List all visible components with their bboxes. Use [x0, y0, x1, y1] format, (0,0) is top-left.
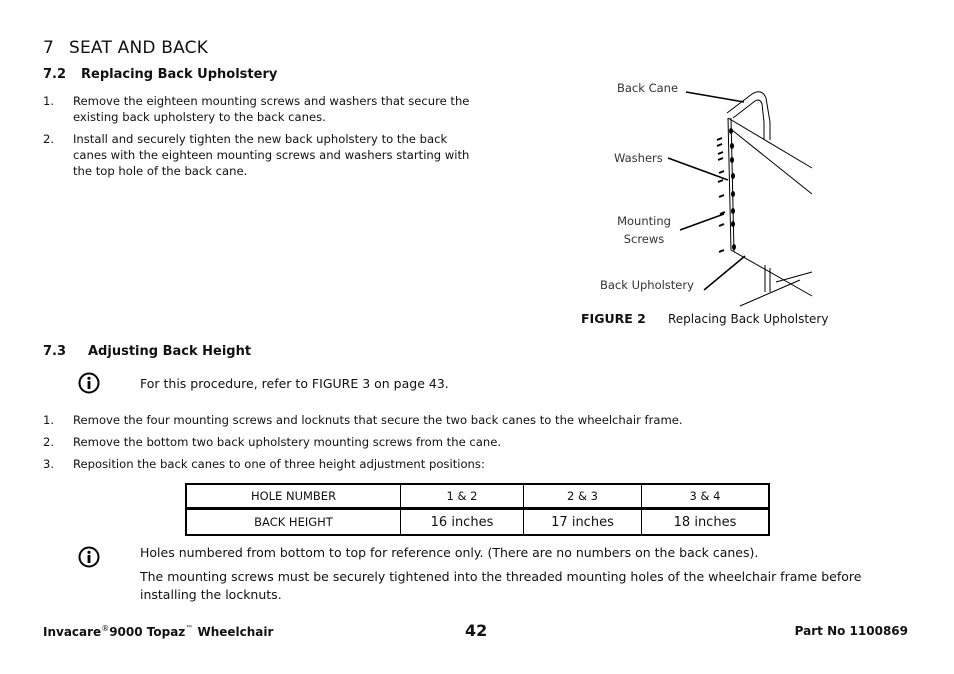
section-title: Adjusting Back Height — [88, 344, 252, 359]
table-cell: 16 inches — [400, 508, 524, 536]
step-text: Remove the bottom two back upholstery mo… — [73, 435, 502, 449]
step-text: Remove the eighteen mounting screws and … — [73, 94, 470, 124]
note-line: Holes numbered from bottom to top for re… — [140, 545, 759, 560]
label-back-cane: Back Cane — [617, 81, 679, 95]
info-icon — [78, 372, 100, 394]
list-item: 1. Remove the four mounting screws and l… — [43, 412, 923, 428]
table-cell: 3 & 4 — [641, 483, 770, 510]
notes-block: Holes numbered from bottom to top for re… — [140, 544, 915, 610]
label-mounting-line2: Screws — [623, 232, 665, 246]
table-cell: 17 inches — [523, 508, 642, 536]
chapter-number: 7 — [43, 38, 55, 58]
note-line: The mounting screws must be securely tig… — [140, 569, 862, 602]
chapter-heading: 7 SEAT AND BACK — [43, 38, 208, 58]
footer-brand: Invacare — [43, 625, 102, 639]
list-item: 1. Remove the eighteen mounting screws a… — [43, 93, 473, 125]
table-cell: 18 inches — [641, 508, 770, 536]
list-item: 2. Remove the bottom two back upholstery… — [43, 434, 923, 450]
registered-mark: ® — [101, 624, 110, 633]
step-number: 3. — [43, 457, 55, 471]
upholstery-leader — [703, 255, 746, 291]
label-washers: Washers — [614, 151, 663, 165]
section-heading-7-2: 7.2 Replacing Back Upholstery — [43, 67, 277, 82]
back-height-table: HOLE NUMBER 1 & 2 2 & 3 3 & 4 BACK HEIGH… — [185, 483, 770, 536]
section-number: 7.2 — [43, 67, 67, 82]
step-text: Remove the four mounting screws and lock… — [73, 413, 683, 427]
list-item: 3. Reposition the back canes to one of t… — [43, 456, 923, 472]
washers-leader — [667, 157, 729, 181]
screws-group — [716, 137, 726, 253]
label-mounting-screws: Mounting Screws — [612, 212, 676, 248]
footer-product-name: Wheelchair — [197, 625, 274, 639]
trademark-mark: ™ — [185, 624, 194, 633]
label-mounting-line1: Mounting — [617, 214, 671, 228]
info-icon — [78, 546, 100, 568]
footer-product: Invacare®9000 Topaz™ Wheelchair — [43, 624, 273, 639]
part-number: Part No 1100869 — [794, 624, 908, 638]
note-reference: For this procedure, refer to FIGURE 3 on… — [140, 376, 449, 391]
step-text: Install and securely tighten the new bac… — [73, 132, 470, 178]
screws-leader — [679, 213, 725, 231]
figure-caption: FIGURE 2 Replacing Back Upholstery — [581, 311, 828, 326]
replace-upholstery-steps: 1. Remove the eighteen mounting screws a… — [43, 93, 473, 185]
section-number: 7.3 — [43, 344, 67, 359]
back-cane-leader — [685, 91, 745, 103]
chapter-title: SEAT AND BACK — [69, 38, 209, 58]
section-title: Replacing Back Upholstery — [81, 67, 278, 82]
step-text: Reposition the back canes to one of thre… — [73, 457, 485, 471]
footer-model: 9000 Topaz — [109, 625, 186, 639]
step-number: 1. — [43, 413, 55, 427]
table-row: BACK HEIGHT 16 inches 17 inches 18 inche… — [185, 508, 770, 536]
table-row: HOLE NUMBER 1 & 2 2 & 3 3 & 4 — [185, 483, 770, 510]
figure-caption-text: Replacing Back Upholstery — [668, 312, 829, 326]
table-cell: HOLE NUMBER — [185, 483, 401, 510]
step-number: 1. — [43, 94, 55, 108]
label-back-upholstery: Back Upholstery — [600, 278, 694, 292]
figure-number: FIGURE 2 — [581, 311, 646, 326]
back-upholstery-diagram — [667, 91, 813, 307]
step-number: 2. — [43, 132, 55, 146]
table-cell: 2 & 3 — [523, 483, 642, 510]
section-heading-7-3: 7.3 Adjusting Back Height — [43, 344, 251, 359]
adjust-height-steps: 1. Remove the four mounting screws and l… — [43, 412, 923, 478]
step-number: 2. — [43, 435, 55, 449]
page-number: 42 — [465, 621, 488, 640]
list-item: 2. Install and securely tighten the new … — [43, 131, 473, 179]
table-cell: BACK HEIGHT — [185, 508, 401, 536]
table-cell: 1 & 2 — [400, 483, 524, 510]
